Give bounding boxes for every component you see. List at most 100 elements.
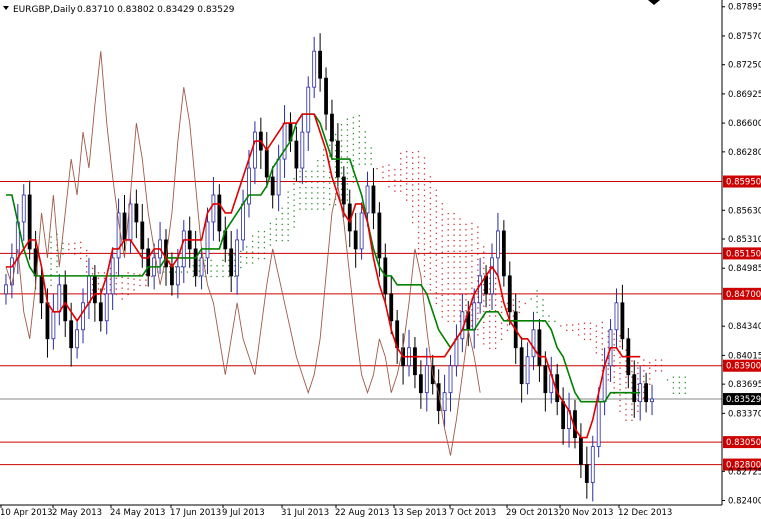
cloud-dot [660, 370, 663, 372]
cloud-dot [500, 306, 503, 308]
cloud-dot [74, 248, 76, 250]
cloud-dot [494, 304, 497, 306]
cloud-dot [293, 183, 295, 185]
cloud-dot [441, 213, 443, 216]
cloud-dot [423, 205, 426, 208]
y-tick-label: 0.82400 [728, 497, 761, 507]
cloud-dot [293, 177, 295, 180]
cloud-dot [489, 326, 491, 328]
cloud-dot [68, 248, 70, 251]
cloud-dot [246, 251, 248, 253]
cloud-dot [222, 259, 224, 261]
x-tick-label: 20 Nov 2013 [559, 508, 613, 518]
cloud-dot [625, 414, 627, 416]
cloud-dot [471, 244, 473, 246]
cloud-dot [417, 161, 420, 164]
cloud-dot [411, 211, 414, 213]
cloud-dot [542, 315, 544, 317]
cloud-dot [334, 182, 337, 184]
cloud-dot [388, 186, 390, 188]
cloud-dot [281, 239, 283, 242]
cloud-dot [364, 136, 366, 138]
cloud-dot [471, 249, 473, 252]
cloud-dot [560, 325, 562, 327]
level-tag-label: 0.84700 [726, 290, 761, 300]
cloud-dot [423, 265, 426, 267]
cloud-dot [299, 176, 301, 178]
cloud-dot [459, 310, 461, 312]
cloud-dot [655, 359, 657, 361]
cloud-dot [406, 167, 408, 169]
cloud-dot [406, 172, 408, 174]
candle-body [140, 221, 145, 250]
current-price-label: 0.83529 [726, 395, 761, 405]
cloud-dot [577, 334, 580, 336]
cloud-dot [56, 271, 58, 273]
cloud-dot [275, 239, 277, 242]
cloud-dot [435, 189, 437, 191]
cloud-dot [441, 267, 443, 270]
cloud-dot [649, 378, 651, 380]
candle-body [217, 194, 222, 232]
cloud-dot [305, 197, 307, 199]
cloud-dot [340, 172, 343, 174]
cloud-dot [441, 283, 443, 286]
cloud-dot [287, 223, 289, 226]
cloud-dot [548, 320, 550, 323]
cloud-dot [246, 256, 248, 259]
cloud-dot [370, 158, 372, 160]
cloud-dot [613, 371, 615, 373]
cloud-dot [619, 394, 621, 396]
cloud-dot [447, 283, 449, 285]
cloud-dot [619, 383, 621, 385]
cloud-dot [423, 157, 426, 159]
cloud-dot [115, 283, 117, 285]
cloud-dot [672, 381, 675, 384]
cloud-dot [453, 212, 455, 215]
cloud-dot [287, 212, 289, 215]
cloud-dot [453, 315, 455, 317]
cloud-dot [364, 141, 366, 144]
cloud-dot [548, 315, 550, 317]
cloud-dot [494, 283, 497, 285]
cloud-dot [441, 246, 443, 248]
cloud-dot [435, 221, 437, 224]
cloud-dot [340, 134, 343, 137]
cloud-dot [80, 257, 82, 260]
cloud-dot [352, 116, 355, 119]
cloud-dot [251, 262, 254, 264]
candle-body [359, 212, 364, 250]
candle-body [543, 365, 548, 394]
cloud-dot [406, 183, 408, 185]
cloud-dot [423, 162, 426, 164]
candle-body [365, 185, 370, 214]
cloud-dot [459, 283, 461, 285]
cloud-dot [352, 143, 355, 146]
cloud-dot [471, 271, 473, 273]
candle-body [45, 302, 50, 340]
cloud-dot [625, 403, 627, 405]
cloud-dot [631, 419, 633, 421]
cloud-dot [447, 315, 449, 317]
cloud-dot [500, 301, 503, 303]
cloud-dot [85, 265, 88, 268]
cloud-dot [429, 289, 432, 291]
cloud-dot [382, 171, 384, 173]
cloud-dot [566, 329, 568, 332]
cloud-dot [293, 210, 295, 212]
cloud-dot [643, 370, 645, 372]
cloud-dot [512, 299, 515, 301]
cloud-dot [536, 290, 538, 292]
cloud-dot [441, 219, 443, 221]
cloud-dot [447, 239, 449, 242]
cloud-dot [625, 408, 627, 411]
cloud-dot [305, 203, 307, 205]
cloud-dot [619, 356, 621, 359]
cloud-dot [483, 251, 485, 253]
cloud-dot [631, 360, 633, 362]
cloud-dot [441, 262, 443, 264]
candle-body [537, 329, 542, 367]
cloud-dot [607, 379, 609, 381]
chart-svg: 0.859500.851500.847000.839000.830500.828… [0, 0, 761, 519]
cloud-dot [465, 239, 467, 242]
